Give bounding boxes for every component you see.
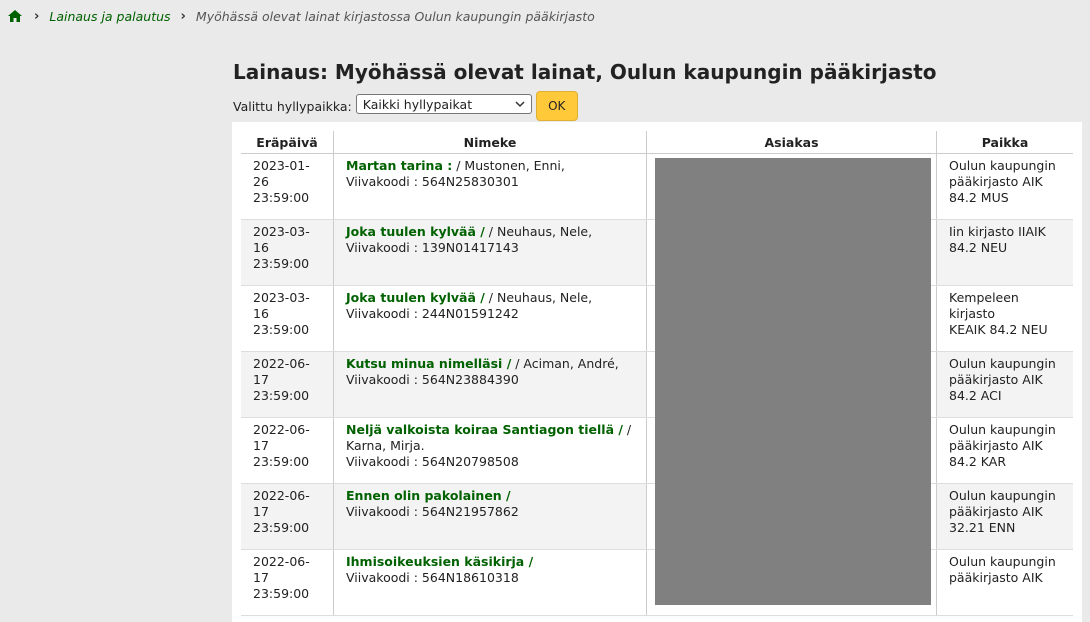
due-date: 2023-03-16 (253, 290, 310, 321)
title-link[interactable]: Neljä valkoista koiraa Santiagon tiellä … (346, 422, 623, 437)
location-filter: Valittu hyllypaikka: Kaikki hyllypaikat … (233, 91, 578, 121)
due-time: 23:59:00 (253, 190, 310, 205)
due-time: 23:59:00 (253, 256, 310, 271)
location-line: pääkirjasto AIK (949, 570, 1043, 585)
barcode-text: Viivakoodi : 564N23884390 (346, 372, 519, 387)
title-link[interactable]: Joka tuulen kylvää / (346, 224, 485, 239)
title-link[interactable]: Ihmisoikeuksien käsikirja / (346, 554, 533, 569)
due-date-cell: 2023-01-26 23:59:00 (241, 153, 334, 220)
location-line: Kempeleen kirjasto (949, 290, 1019, 321)
title-link[interactable]: Ennen olin pakolainen / (346, 488, 511, 503)
due-time: 23:59:00 (253, 586, 310, 601)
author-text: / (622, 422, 632, 437)
location-cell: Oulun kaupungin pääkirjasto AIK 32.21 ENN (936, 483, 1073, 550)
location-cell: Oulun kaupungin pääkirjasto AIK 84.2 ACI (936, 351, 1073, 418)
due-date: 2022-06-17 (253, 488, 310, 519)
barcode-text: Viivakoodi : 564N20798508 (346, 454, 519, 469)
due-date-cell: 2023-03-16 23:59:00 (241, 285, 334, 352)
location-line: Oulun kaupungin (949, 488, 1056, 503)
redacted-patron-block (655, 158, 931, 605)
column-header-due-date[interactable]: Eräpäivä (241, 131, 334, 154)
breadcrumb-current: Myöhässä olevat lainat kirjastossa Oulun… (195, 8, 595, 24)
location-line: Oulun kaupungin (949, 554, 1056, 569)
due-date: 2023-01-26 (253, 158, 310, 189)
breadcrumb-separator-icon: › (34, 8, 40, 24)
title-cell: Joka tuulen kylvää / / Neuhaus, Nele, Vii… (333, 219, 647, 286)
location-line: 84.2 KAR (949, 454, 1007, 469)
author-text: / Neuhaus, Nele, (484, 224, 593, 239)
due-date-cell: 2022-06-17 23:59:00 (241, 483, 334, 550)
location-line: 84.2 MUS (949, 190, 1009, 205)
due-date-cell: 2022-06-17 23:59:00 (241, 351, 334, 418)
location-line: pääkirjasto AIK (949, 438, 1043, 453)
due-date: 2022-06-17 (253, 422, 310, 453)
column-header-title[interactable]: Nimeke (333, 131, 647, 154)
barcode-text: Viivakoodi : 139N01417143 (346, 240, 519, 255)
location-cell: Iin kirjasto IIAIK 84.2 NEU (936, 219, 1073, 286)
due-date: 2023-03-16 (253, 224, 310, 255)
due-date-cell: 2022-06-17 23:59:00 (241, 417, 334, 484)
location-cell: Kempeleen kirjasto KEAIK 84.2 NEU (936, 285, 1073, 352)
title-cell: Joka tuulen kylvää / / Neuhaus, Nele, Vii… (333, 285, 647, 352)
location-line: pääkirjasto AIK (949, 174, 1043, 189)
location-line: Iin kirjasto IIAIK (949, 224, 1046, 239)
due-time: 23:59:00 (253, 454, 310, 469)
home-icon[interactable] (8, 10, 22, 22)
breadcrumb-link-circulation[interactable]: Lainaus ja palautus (49, 9, 170, 24)
location-line: 84.2 NEU (949, 240, 1008, 255)
title-cell: Ennen olin pakolainen / Viivakoodi : 564N… (333, 483, 647, 550)
location-line: 84.2 ACI (949, 388, 1002, 403)
barcode-text: Viivakoodi : 564N18610318 (346, 570, 519, 585)
title-cell: Ihmisoikeuksien käsikirja / Viivakoodi : … (333, 549, 647, 616)
due-date: 2022-06-17 (253, 554, 310, 585)
due-time: 23:59:00 (253, 388, 310, 403)
location-line: Oulun kaupungin (949, 422, 1056, 437)
location-line: KEAIK 84.2 NEU (949, 322, 1048, 337)
location-cell: Oulun kaupungin pääkirjasto AIK (936, 549, 1073, 616)
ok-button[interactable]: OK (535, 91, 578, 121)
title-cell: Neljä valkoista koiraa Santiagon tiellä … (333, 417, 647, 484)
location-line: pääkirjasto AIK (949, 504, 1043, 519)
location-cell: Oulun kaupungin pääkirjasto AIK 84.2 KAR (936, 417, 1073, 484)
location-line: pääkirjasto AIK (949, 372, 1043, 387)
breadcrumb-separator-icon: › (180, 8, 186, 24)
location-line: Oulun kaupungin (949, 356, 1056, 371)
author-text: Karna, Mirja. (346, 438, 425, 453)
author-text: / Neuhaus, Nele, (484, 290, 593, 305)
barcode-text: Viivakoodi : 244N01591242 (346, 306, 519, 321)
page-title: Lainaus: Myöhässä olevat lainat, Oulun k… (233, 60, 937, 84)
due-date: 2022-06-17 (253, 356, 310, 387)
due-date-cell: 2022-06-17 23:59:00 (241, 549, 334, 616)
location-line: 32.21 ENN (949, 520, 1016, 535)
title-cell: Kutsu minua nimelläsi / / Aciman, André,… (333, 351, 647, 418)
title-link[interactable]: Martan tarina : (346, 158, 452, 173)
title-link[interactable]: Kutsu minua nimelläsi / (346, 356, 511, 371)
chevron-down-icon (515, 100, 525, 107)
location-select[interactable]: Kaikki hyllypaikat (355, 94, 532, 114)
barcode-text: Viivakoodi : 564N21957862 (346, 504, 519, 519)
due-time: 23:59:00 (253, 322, 310, 337)
title-cell: Martan tarina : / Mustonen, Enni, Viivako… (333, 153, 647, 220)
breadcrumb: › Lainaus ja palautus › Myöhässä olevat … (8, 7, 595, 25)
due-date-cell: 2023-03-16 23:59:00 (241, 219, 334, 286)
location-cell: Oulun kaupungin pääkirjasto AIK 84.2 MUS (936, 153, 1073, 220)
author-text: / Mustonen, Enni, (452, 158, 565, 173)
location-line: Oulun kaupungin (949, 158, 1056, 173)
location-filter-label: Valittu hyllypaikka: (233, 98, 352, 114)
barcode-text: Viivakoodi : 564N25830301 (346, 174, 519, 189)
title-link[interactable]: Joka tuulen kylvää / (346, 290, 485, 305)
column-header-location[interactable]: Paikka (936, 131, 1073, 154)
location-select-value: Kaikki hyllypaikat (362, 96, 473, 112)
author-text: / Aciman, André, (511, 356, 619, 371)
column-header-patron[interactable]: Asiakas (646, 131, 937, 154)
due-time: 23:59:00 (253, 520, 310, 535)
